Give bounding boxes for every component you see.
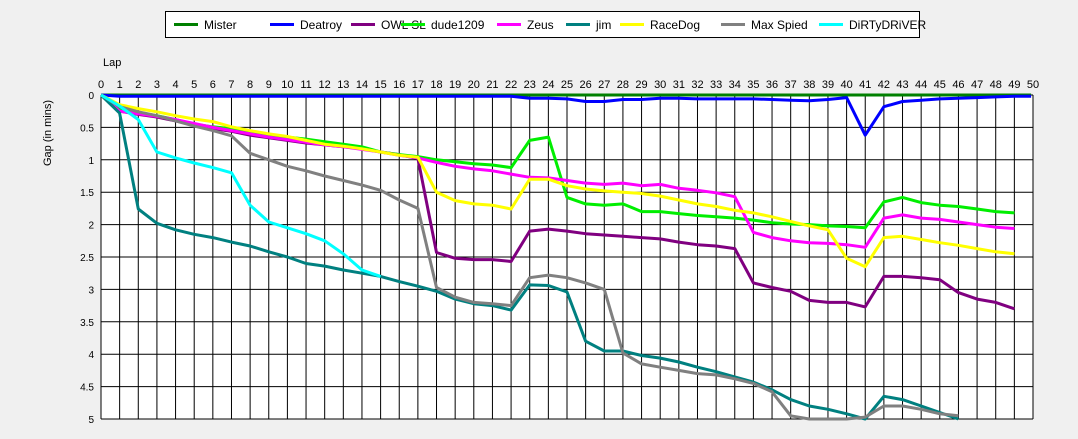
- x-tick-label: 0: [98, 79, 104, 91]
- chart-canvas: 0 1 2 3 4 5 6 7 8 9 10 11 12 13 14 15 16 17 18 19 20 21 22 23 24…: [42, 57, 1039, 426]
- x-tick-label: 50: [1027, 79, 1039, 91]
- legend-swatch: [819, 23, 843, 26]
- y-tick-label: 4.5: [80, 383, 94, 394]
- y-tick-label: 2.5: [80, 253, 94, 264]
- x-tick-label: 26: [580, 79, 592, 91]
- legend-item-mister: Mister: [174, 12, 237, 37]
- y-tick-label: 2: [88, 221, 94, 232]
- legend-item-zeus: Zeus: [497, 12, 554, 37]
- x-tick-label: 3: [154, 79, 160, 91]
- x-tick-label: 10: [281, 79, 293, 91]
- x-tick-label: 35: [747, 79, 759, 91]
- x-tick-label: 13: [337, 79, 349, 91]
- legend-label: Max Spied: [751, 17, 808, 32]
- legend-item-deatroy: Deatroy: [270, 12, 342, 37]
- y-tick-label: 0.5: [80, 123, 94, 134]
- x-tick-label: 30: [654, 79, 666, 91]
- legend-swatch: [174, 23, 198, 26]
- legend-item-dude1209: dude1209: [401, 12, 484, 37]
- x-tick-label: 43: [896, 79, 908, 91]
- legend-label: RaceDog: [650, 17, 701, 32]
- legend-swatch: [497, 23, 521, 26]
- legend-item-dirtydriver: DiRTyDRiVER: [819, 12, 926, 37]
- x-tick-label: 39: [822, 79, 834, 91]
- x-tick-label: 21: [486, 79, 498, 91]
- y-tick-label: 3.5: [80, 318, 94, 329]
- x-tick-label: 17: [412, 79, 424, 91]
- x-tick-label: 42: [878, 79, 890, 91]
- x-tick-label: 19: [449, 79, 461, 91]
- x-tick-label: 9: [266, 79, 272, 91]
- legend-label: Zeus: [527, 17, 554, 32]
- x-tick-label: 44: [915, 79, 927, 91]
- legend-item-max-spied: Max Spied: [721, 12, 808, 37]
- y-tick-label: 4: [88, 350, 94, 361]
- x-tick-label: 8: [247, 79, 253, 91]
- y-tick-label: 3: [88, 285, 94, 296]
- legend-label: Mister: [204, 17, 237, 32]
- x-tick-label: 2: [135, 79, 141, 91]
- x-tick-label: 31: [673, 79, 685, 91]
- x-tick-label: 45: [934, 79, 946, 91]
- x-tick-label: 24: [542, 79, 554, 91]
- x-tick-label: 36: [766, 79, 778, 91]
- legend-item-racedog: RaceDog: [620, 12, 700, 37]
- legend-swatch: [566, 23, 590, 26]
- x-tick-label: 37: [785, 79, 797, 91]
- legend-swatch: [620, 23, 644, 26]
- x-tick-label: 18: [430, 79, 442, 91]
- x-tick-label: 46: [952, 79, 964, 91]
- x-tick-label: 38: [803, 79, 815, 91]
- x-tick-label: 34: [729, 79, 741, 91]
- legend-swatch: [351, 23, 375, 26]
- y-axis-label: Gap (in mins): [42, 100, 54, 166]
- legend-label: Deatroy: [300, 17, 343, 32]
- y-tick-label: 0: [88, 91, 94, 102]
- x-tick-label: 28: [617, 79, 629, 91]
- x-tick-labels: 0 1 2 3 4 5 6 7 8 9 10 11 12 13 14 15 16 17 18 19 20 21 22 23 24…: [98, 79, 1039, 91]
- x-tick-label: 16: [393, 79, 405, 91]
- x-tick-label: 47: [971, 79, 983, 91]
- y-tick-label: 1.5: [80, 188, 94, 199]
- x-tick-label: 32: [691, 79, 703, 91]
- x-axis-label: Lap: [103, 57, 121, 69]
- y-tick-labels: 0 0.5 1 1.5 2 2.5 3 3.5 4 4.5 5: [80, 91, 94, 426]
- legend-item-jim: jim: [566, 12, 611, 37]
- legend-label: DiRTyDRiVER: [849, 17, 927, 32]
- x-tick-label: 4: [172, 79, 178, 91]
- legend-swatch: [270, 23, 294, 26]
- x-tick-label: 22: [505, 79, 517, 91]
- legend: MisterDeatroyOWL SLdude1209ZeusjimRaceDo…: [165, 11, 926, 38]
- y-tick-label: 5: [88, 415, 94, 426]
- legend-label: dude1209: [431, 17, 485, 32]
- x-tick-label: 14: [356, 79, 368, 91]
- y-tick-label: 1: [88, 156, 94, 167]
- x-tick-label: 49: [1008, 79, 1020, 91]
- legend-swatch: [401, 23, 425, 26]
- x-tick-label: 23: [524, 79, 536, 91]
- legend-label: jim: [596, 17, 612, 32]
- x-tick-label: 29: [635, 79, 647, 91]
- x-tick-label: 11: [300, 79, 311, 91]
- x-tick-label: 7: [228, 79, 234, 91]
- x-tick-label: 15: [374, 79, 386, 91]
- legend-swatch: [721, 23, 745, 26]
- x-tick-label: 40: [840, 79, 852, 91]
- x-tick-label: 41: [859, 79, 871, 91]
- x-tick-label: 6: [210, 79, 216, 91]
- x-tick-label: 27: [598, 79, 610, 91]
- x-tick-label: 33: [710, 79, 722, 91]
- x-tick-label: 48: [990, 79, 1002, 91]
- x-tick-label: 5: [191, 79, 197, 91]
- x-tick-label: 20: [468, 79, 480, 91]
- x-tick-label: 12: [319, 79, 331, 91]
- x-tick-label: 1: [117, 79, 123, 91]
- x-tick-label: 25: [561, 79, 573, 91]
